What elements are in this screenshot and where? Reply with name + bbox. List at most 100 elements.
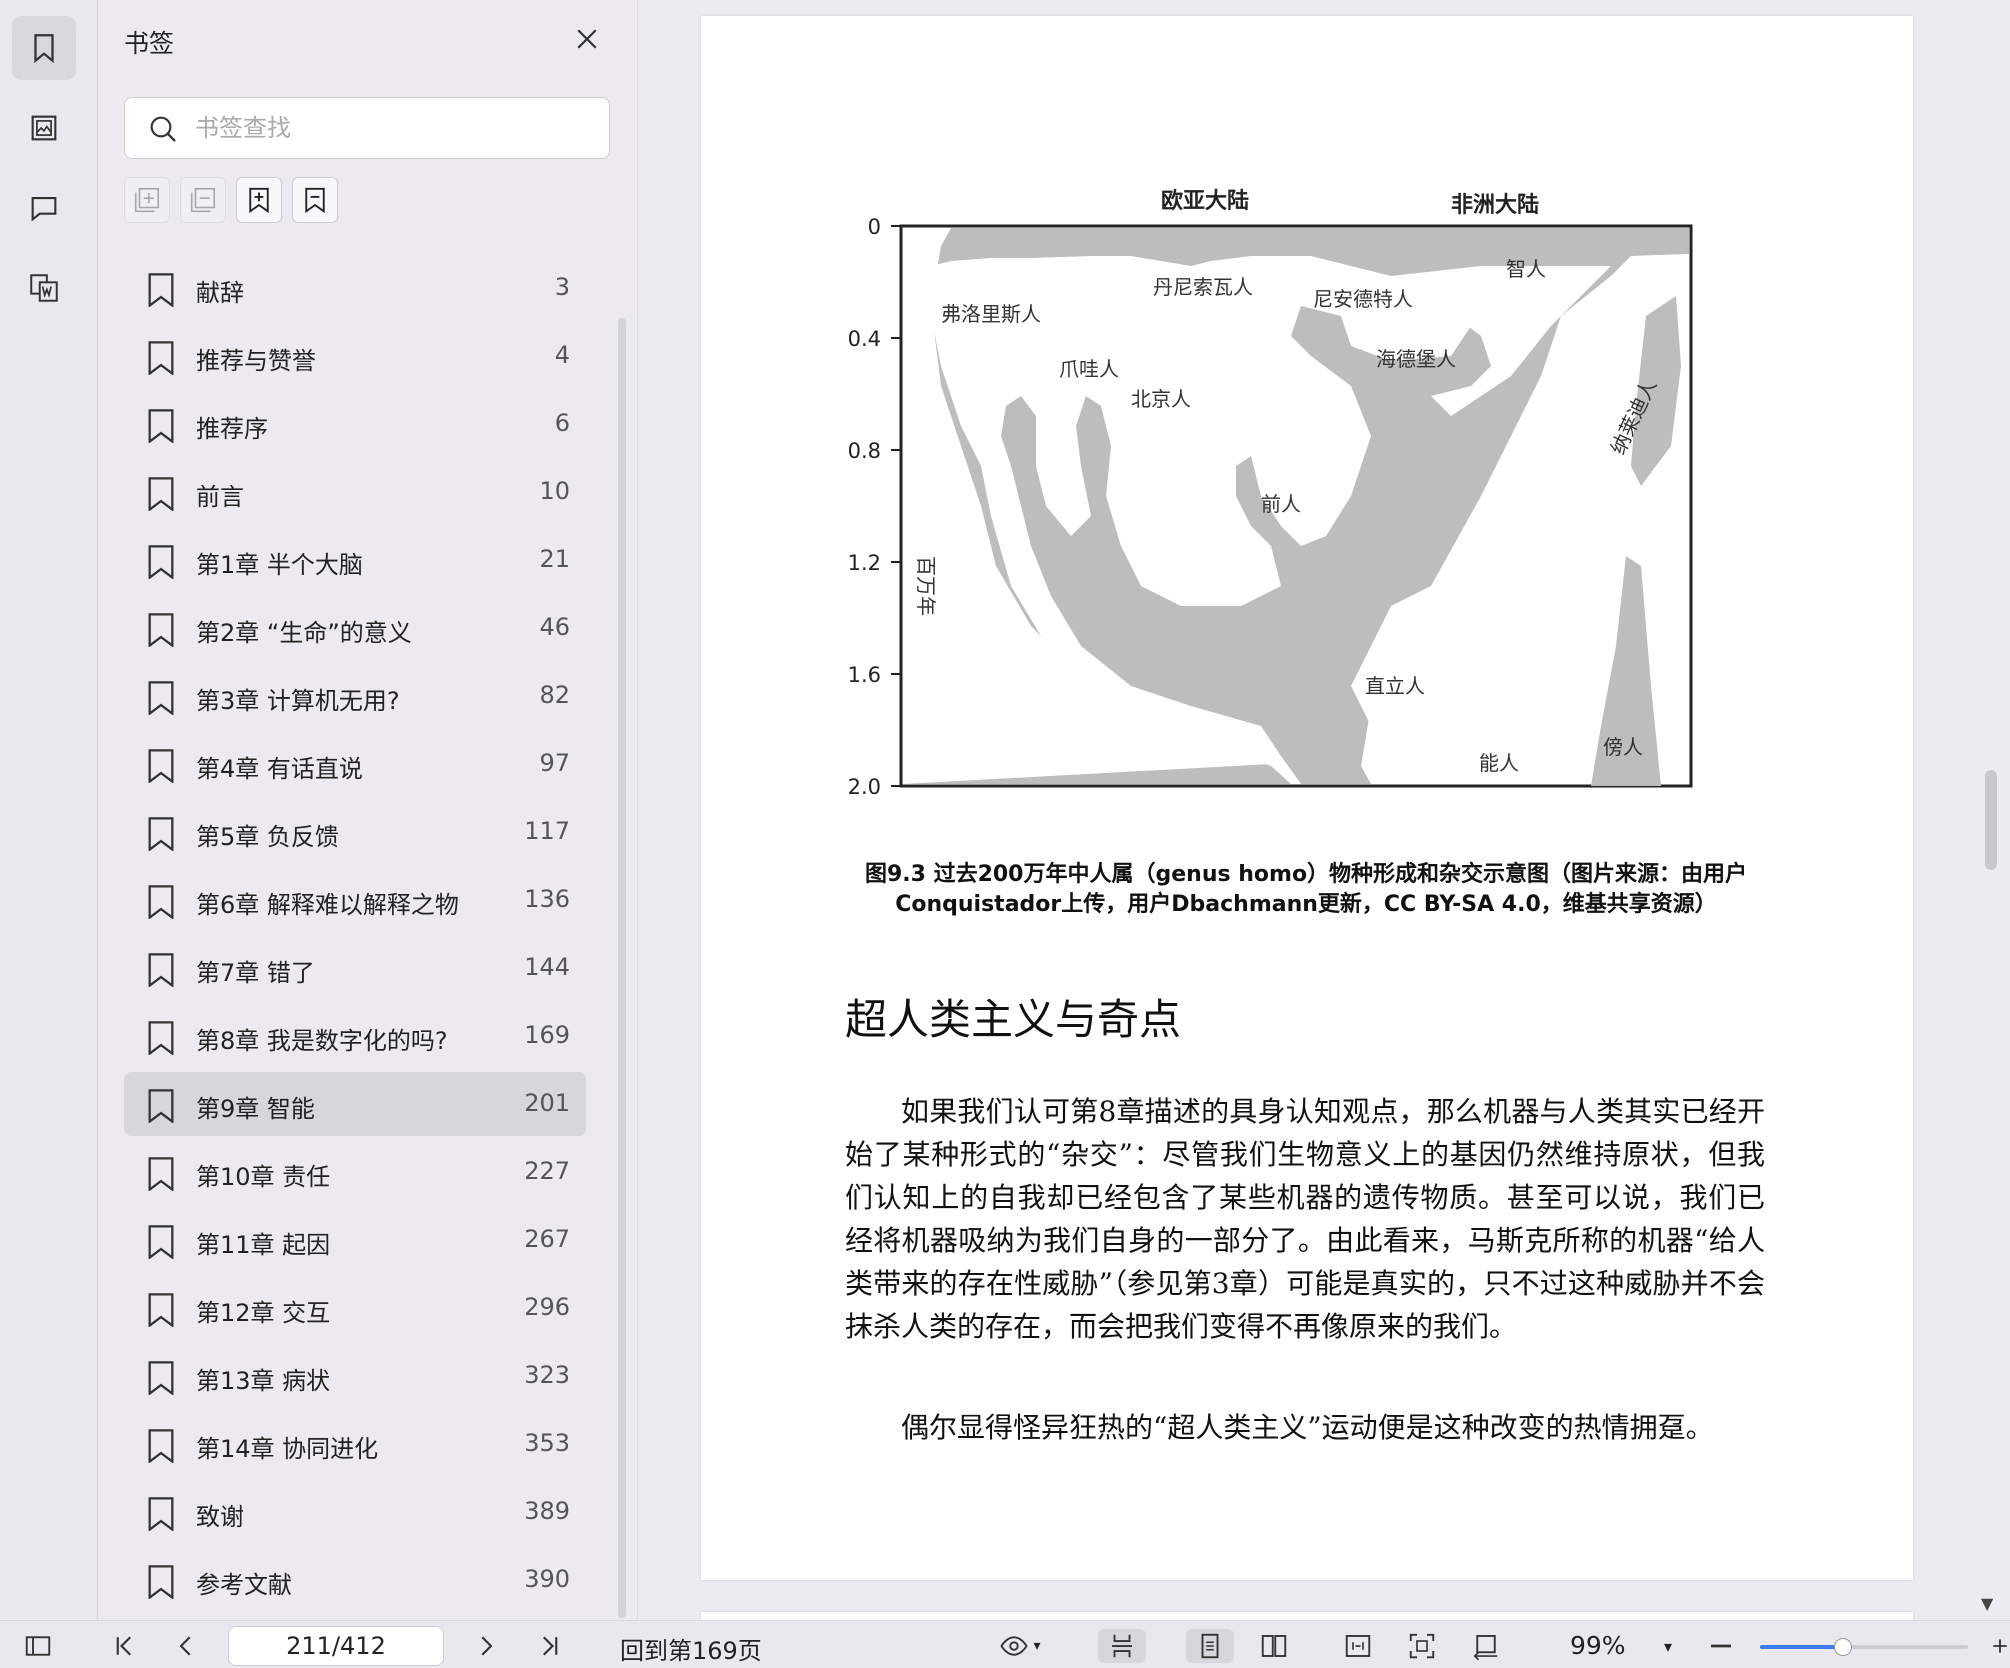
bookmark-label: 前言 <box>196 483 244 511</box>
column-label: 欧亚大陆 <box>1161 188 1249 214</box>
bookmark-item[interactable]: 第7章 错了 144 <box>124 936 586 1000</box>
bookmark-label: 致谢 <box>196 1503 244 1531</box>
bookmark-page-number: 4 <box>554 341 570 369</box>
section-heading: 超人类主义与奇点 <box>845 995 1182 1044</box>
bookmark-page-number: 97 <box>539 749 570 777</box>
double-page-icon <box>1261 1635 1287 1657</box>
bookmark-label: 参考文献 <box>196 1571 292 1599</box>
expand-all-icon <box>134 187 160 213</box>
image-icon <box>31 115 57 141</box>
scroll-down-arrow-icon[interactable]: ▼ <box>1981 1594 1993 1613</box>
fit-width-button[interactable] <box>1340 1629 1376 1663</box>
bookmark-item[interactable]: 第1章 半个大脑 21 <box>124 528 586 592</box>
bookmark-panel: 书签 献辞 3 推荐与赞誉 4 推荐序 6 前言 10 第1章 半个大脑 21 第2章 “生命”的意… <box>98 0 638 1620</box>
close-icon[interactable] <box>572 24 602 54</box>
bookmark-list: 献辞 3 推荐与赞誉 4 推荐序 6 前言 10 第1章 半个大脑 21 第2章 “生命”的意义 46… <box>124 256 586 1616</box>
panel-scrollbar[interactable] <box>618 318 626 1618</box>
fit-page-button[interactable] <box>1404 1629 1440 1663</box>
bookmark-item[interactable]: 第13章 病状 323 <box>124 1344 586 1408</box>
bookmark-item[interactable]: 第3章 计算机无用? 82 <box>124 664 586 728</box>
bookmark-item[interactable]: 第11章 起因 267 <box>124 1208 586 1272</box>
bookmark-label: 第8章 我是数字化的吗? <box>196 1027 448 1055</box>
bookmark-page-number: 227 <box>524 1157 570 1185</box>
expand-all-button[interactable] <box>124 177 170 223</box>
thumbnail-panel-button[interactable] <box>12 96 76 160</box>
species-label: 弗洛里斯人 <box>941 302 1041 326</box>
species-label: 海德堡人 <box>1376 347 1456 371</box>
single-page-button[interactable] <box>1186 1629 1234 1663</box>
species-label: 能人 <box>1479 751 1519 775</box>
y-tick-label: 1.6 <box>848 663 881 687</box>
bookmark-page-number: 201 <box>524 1089 570 1117</box>
next-page-button[interactable] <box>468 1629 504 1663</box>
bookmark-panel-button[interactable] <box>12 16 76 80</box>
word-convert-button[interactable] <box>12 256 76 320</box>
bookmark-item[interactable]: 第4章 有话直说 97 <box>124 732 586 796</box>
comment-icon <box>31 197 57 222</box>
bookmark-item[interactable]: 第12章 交互 296 <box>124 1276 586 1340</box>
bookmark-item[interactable]: 第14章 协同进化 353 <box>124 1412 586 1476</box>
bookmark-item[interactable]: 第5章 负反馈 117 <box>124 800 586 864</box>
bookmark-page-number: 353 <box>524 1429 570 1457</box>
zoom-out-button[interactable] <box>1706 1629 1736 1663</box>
y-axis: 0 0.4 0.8 1.2 1.6 2.0 <box>848 215 901 799</box>
collapse-all-button[interactable] <box>180 177 226 223</box>
bookmark-item[interactable]: 第9章 智能 201 <box>124 1072 586 1136</box>
species-label: 傍人 <box>1603 735 1643 759</box>
bookmark-item[interactable]: 第2章 “生命”的意义 46 <box>124 596 586 660</box>
double-page-button[interactable] <box>1256 1629 1292 1663</box>
y-axis-label: 百万年 <box>914 556 938 616</box>
bookmark-icon <box>148 1021 174 1055</box>
hominin-speciation-figure: 0 0.4 0.8 1.2 1.6 2.0 欧亚大陆 非洲大陆 弗洛里斯人 丹尼… <box>848 188 1693 799</box>
bookmark-label: 第1章 半个大脑 <box>196 551 363 579</box>
return-to-page-link[interactable]: 回到第169页 <box>620 1631 762 1666</box>
first-page-icon <box>116 1636 132 1656</box>
last-page-icon <box>542 1636 558 1656</box>
rotate-icon <box>1473 1635 1498 1661</box>
bookmark-item[interactable]: 前言 10 <box>124 460 586 524</box>
bookmark-item[interactable]: 推荐序 6 <box>124 392 586 456</box>
bookmark-page-number: 117 <box>524 817 570 845</box>
read-mode-button[interactable]: ▾ <box>990 1629 1050 1663</box>
bookmark-label: 第10章 责任 <box>196 1163 331 1191</box>
toggle-sidebar-button[interactable] <box>20 1629 56 1663</box>
bookmark-item[interactable]: 致谢 389 <box>124 1480 586 1544</box>
bookmark-page-number: 46 <box>539 613 570 641</box>
bookmark-item[interactable]: 第6章 解释难以解释之物 136 <box>124 868 586 932</box>
bookmark-icon <box>148 1293 174 1327</box>
zoom-slider-handle[interactable] <box>1834 1638 1853 1656</box>
comment-panel-button[interactable] <box>12 176 76 240</box>
bookmark-page-number: 136 <box>524 885 570 913</box>
zoom-in-button[interactable] <box>1990 1629 2010 1663</box>
first-page-button[interactable] <box>106 1629 142 1663</box>
species-label: 丹尼索瓦人 <box>1153 275 1253 299</box>
bookmark-item[interactable]: 推荐与赞誉 4 <box>124 324 586 388</box>
species-label: 北京人 <box>1131 387 1191 411</box>
zoom-dropdown-button[interactable]: ▾ <box>1656 1629 1680 1663</box>
zoom-slider[interactable] <box>1760 1638 1968 1656</box>
bookmark-page-number: 6 <box>554 409 570 437</box>
bookmark-icon <box>148 885 174 919</box>
y-tick-label: 2.0 <box>848 775 881 799</box>
page-number-input[interactable] <box>228 1626 444 1666</box>
bookmark-item[interactable]: 第8章 我是数字化的吗? 169 <box>124 1004 586 1068</box>
rotate-page-button[interactable] <box>1468 1629 1504 1663</box>
bookmark-label: 第3章 计算机无用? <box>196 687 400 715</box>
bookmark-item[interactable]: 参考文献 390 <box>124 1548 586 1612</box>
previous-page-button[interactable] <box>168 1629 204 1663</box>
caption-line: Conquistador上传，用户Dbachmann更新，CC BY-SA 4.… <box>895 892 1717 917</box>
add-bookmark-button[interactable] <box>236 177 282 223</box>
bookmark-item[interactable]: 献辞 3 <box>124 256 586 320</box>
body-paragraph: 偶尔显得怪异狂热的“超人类主义”运动便是这种改变的热情拥趸。 <box>901 1411 1714 1444</box>
zoom-level[interactable]: 99% <box>1570 1631 1626 1660</box>
last-page-button[interactable] <box>532 1629 568 1663</box>
bookmark-item[interactable]: 第10章 责任 227 <box>124 1140 586 1204</box>
document-scrollbar[interactable] <box>1985 770 1997 870</box>
bookmark-outline-icon <box>305 187 325 214</box>
zoom-slider-fill <box>1760 1645 1844 1649</box>
remove-bookmark-button[interactable] <box>292 177 338 223</box>
continuous-scroll-button[interactable] <box>1098 1629 1146 1663</box>
bookmark-label: 第9章 智能 <box>196 1095 315 1123</box>
bookmark-search-input[interactable] <box>195 98 595 158</box>
bookmark-page-number: 323 <box>524 1361 570 1389</box>
